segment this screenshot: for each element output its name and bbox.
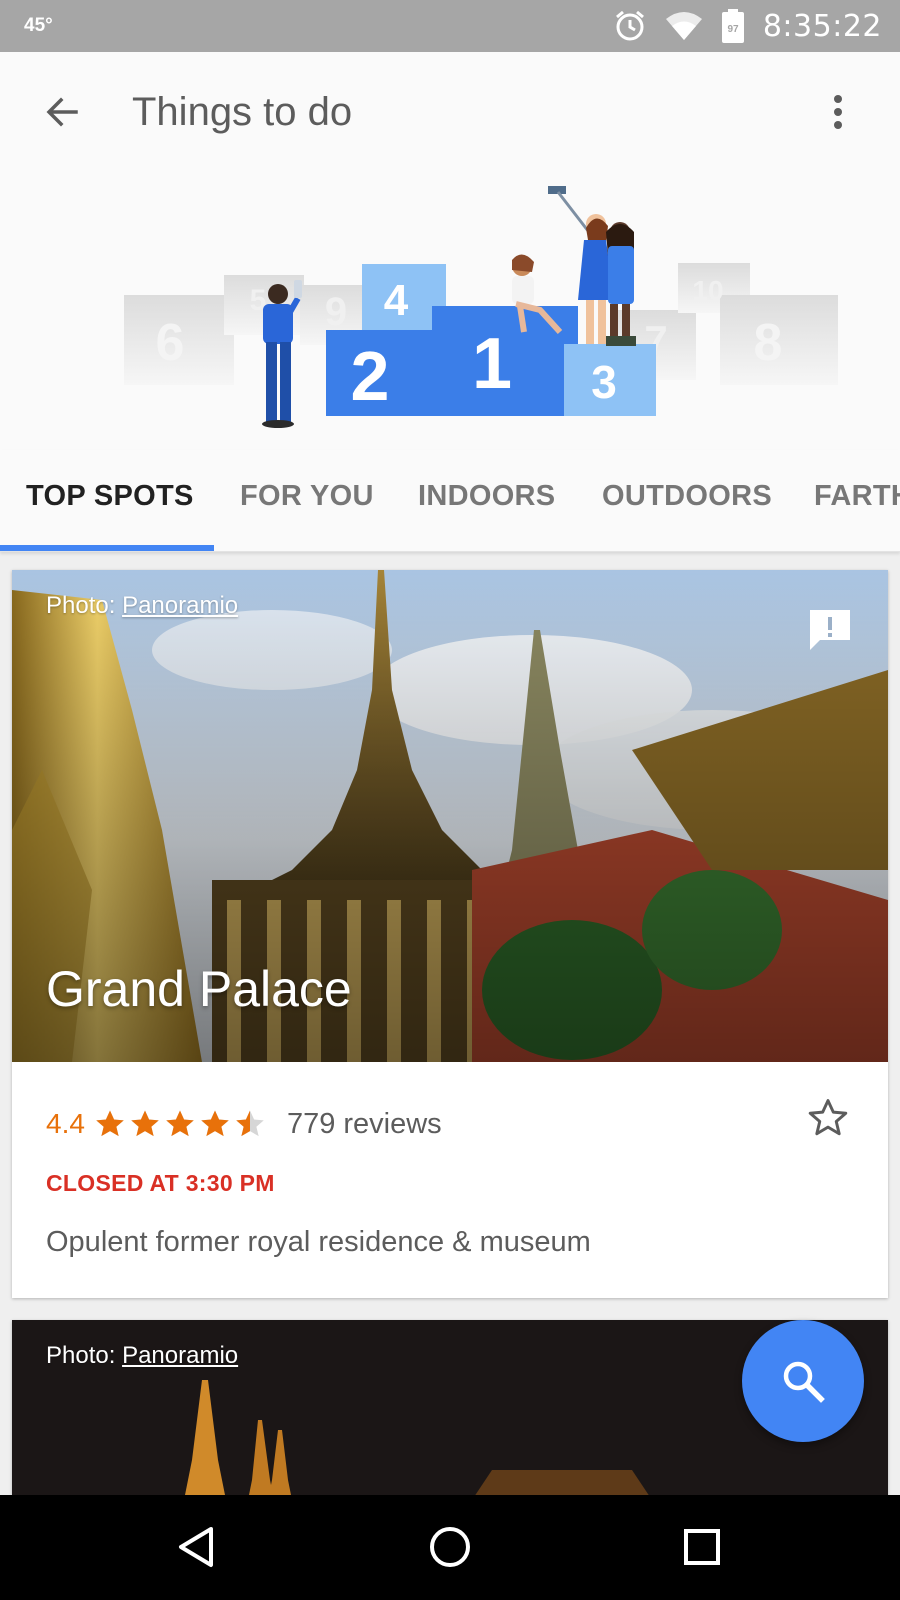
block-label-10: 10 — [692, 275, 723, 306]
battery-icon: 97 — [721, 8, 745, 44]
screen: 45° 97 8:35:22 Things to do 6 5 9 7 10 8… — [0, 0, 900, 1600]
place-description: Opulent former royal residence & museum — [46, 1226, 591, 1258]
rating-star-icon — [131, 1110, 159, 1137]
rating-star-icon — [236, 1110, 264, 1137]
photo-source-link[interactable]: Panoramio — [122, 592, 238, 619]
status-time: 8:35:22 — [762, 8, 882, 44]
back-button[interactable] — [32, 82, 92, 142]
rating-stars — [93, 1107, 267, 1141]
nav-recents-button[interactable] — [672, 1517, 732, 1577]
more-vert-icon — [834, 95, 842, 129]
block-label-8: 8 — [754, 314, 783, 372]
status-temperature: 45° — [24, 15, 53, 36]
photo-credit-prefix: Photo: — [46, 592, 123, 619]
podium-label-4: 4 — [384, 276, 409, 325]
save-star-button[interactable] — [804, 1094, 852, 1142]
podium-label-3: 3 — [591, 356, 617, 408]
feedback-icon — [810, 610, 850, 650]
more-options-button[interactable] — [818, 82, 858, 142]
system-nav-bar — [0, 1495, 900, 1600]
place-card-grand-palace[interactable]: Photo: Panoramio Grand Palace 4.4 779 re… — [12, 570, 888, 1298]
category-tabs: TOP SPOTS FOR YOU INDOORS OUTDOORS FARTH — [0, 450, 900, 552]
rating-star-icon — [201, 1110, 229, 1137]
tab-indoors[interactable]: INDOORS — [418, 480, 555, 513]
search-fab[interactable] — [742, 1320, 864, 1442]
tab-outdoors[interactable]: OUTDOORS — [602, 480, 772, 513]
rating-row: 4.4 779 reviews — [46, 1102, 442, 1146]
place-photo[interactable]: Photo: Panoramio Grand Palace — [12, 570, 888, 1062]
back-triangle-icon — [179, 1527, 213, 1567]
report-button[interactable] — [806, 606, 854, 654]
hours-status: CLOSED AT 3:30 PM — [46, 1170, 275, 1196]
photo-credit: Photo: Panoramio — [46, 592, 238, 620]
tab-farther[interactable]: FARTH — [814, 480, 900, 513]
wifi-icon — [665, 11, 703, 41]
tab-for-you[interactable]: FOR YOU — [240, 480, 374, 513]
nav-home-button[interactable] — [420, 1517, 480, 1577]
place-title: Grand Palace — [46, 961, 352, 1017]
podium-label-2: 2 — [351, 337, 390, 415]
status-icons: 97 8:35:22 — [613, 6, 882, 46]
photo-credit-prefix: Photo: — [46, 1342, 123, 1369]
star-outline-icon — [808, 1099, 848, 1136]
nav-back-button[interactable] — [166, 1517, 226, 1577]
tab-indicator — [0, 545, 214, 551]
podium-label-1: 1 — [472, 324, 512, 404]
photo-credit: Photo: Panoramio — [46, 1342, 238, 1370]
alarm-icon — [613, 9, 647, 43]
rating-star-icon — [96, 1110, 124, 1137]
home-circle-icon — [430, 1527, 470, 1567]
arrow-back-icon — [46, 97, 78, 127]
search-icon — [783, 1361, 825, 1403]
photo-source-link[interactable]: Panoramio — [122, 1342, 238, 1369]
hero-illustration: 6 5 9 7 10 8 4 2 1 3 — [0, 160, 900, 450]
battery-level: 97 — [727, 24, 739, 35]
review-count: 779 reviews — [286, 1107, 442, 1140]
rating-star-icon — [166, 1110, 194, 1137]
block-label-9: 9 — [325, 290, 347, 334]
app-bar: Things to do — [0, 52, 900, 172]
block-label-6: 6 — [156, 314, 185, 372]
tab-top-spots[interactable]: TOP SPOTS — [26, 480, 194, 513]
recents-square-icon — [684, 1529, 720, 1565]
status-bar: 45° 97 8:35:22 — [0, 0, 900, 52]
rating-value: 4.4 — [46, 1108, 85, 1139]
page-title: Things to do — [132, 90, 353, 134]
